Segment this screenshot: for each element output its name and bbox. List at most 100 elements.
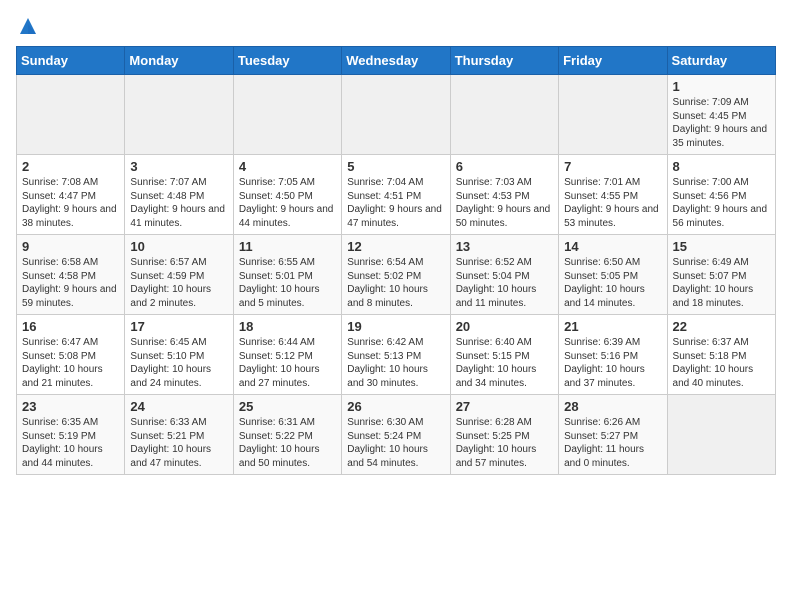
day-cell: 28 Sunrise: 6:26 AM Sunset: 5:27 PM Dayli…: [559, 395, 667, 475]
header: [16, 16, 776, 34]
day-number: 6: [456, 159, 553, 174]
day-number: 13: [456, 239, 553, 254]
day-info: Sunrise: 6:54 AM Sunset: 5:02 PM Dayligh…: [347, 257, 428, 309]
day-info: Sunrise: 6:57 AM Sunset: 4:59 PM Dayligh…: [130, 257, 211, 309]
header-row: SundayMondayTuesdayWednesdayThursdayFrid…: [17, 47, 776, 75]
day-cell: 5 Sunrise: 7:04 AM Sunset: 4:51 PM Daylig…: [342, 155, 450, 235]
day-number: 3: [130, 159, 227, 174]
day-cell: 16Sunrise: 6:47 AM Sunset: 5:08 PM Dayli…: [17, 315, 125, 395]
day-cell: 26 Sunrise: 6:30 AM Sunset: 5:24 PM Dayli…: [342, 395, 450, 475]
day-info: Sunrise: 6:35 AM Sunset: 5:19 PM Dayligh…: [22, 417, 103, 469]
day-cell: 23 Sunrise: 6:35 AM Sunset: 5:19 PM Dayli…: [17, 395, 125, 475]
day-cell: 9Sunrise: 6:58 AM Sunset: 4:58 PM Daylig…: [17, 235, 125, 315]
day-info: Sunrise: 7:03 AM Sunset: 4:53 PM Dayligh…: [456, 177, 551, 229]
header-cell-sunday: Sunday: [17, 47, 125, 75]
day-info: Sunrise: 7:04 AM Sunset: 4:51 PM Dayligh…: [347, 177, 442, 229]
day-cell: 15 Sunrise: 6:49 AM Sunset: 5:07 PM Dayli…: [667, 235, 775, 315]
week-row-5: 23 Sunrise: 6:35 AM Sunset: 5:19 PM Dayli…: [17, 395, 776, 475]
day-number: 7: [564, 159, 661, 174]
day-number: 12: [347, 239, 444, 254]
day-cell: 21 Sunrise: 6:39 AM Sunset: 5:16 PM Dayli…: [559, 315, 667, 395]
day-cell: [342, 75, 450, 155]
day-cell: 27 Sunrise: 6:28 AM Sunset: 5:25 PM Dayli…: [450, 395, 558, 475]
calendar-table: SundayMondayTuesdayWednesdayThursdayFrid…: [16, 46, 776, 475]
day-cell: [233, 75, 341, 155]
day-info: Sunrise: 6:49 AM Sunset: 5:07 PM Dayligh…: [673, 257, 754, 309]
header-cell-friday: Friday: [559, 47, 667, 75]
day-number: 5: [347, 159, 444, 174]
day-number: 10: [130, 239, 227, 254]
day-info: Sunrise: 6:52 AM Sunset: 5:04 PM Dayligh…: [456, 257, 537, 309]
day-info: Sunrise: 6:55 AM Sunset: 5:01 PM Dayligh…: [239, 257, 320, 309]
day-number: 18: [239, 319, 336, 334]
day-number: 28: [564, 399, 661, 414]
day-cell: 6 Sunrise: 7:03 AM Sunset: 4:53 PM Daylig…: [450, 155, 558, 235]
day-cell: 14 Sunrise: 6:50 AM Sunset: 5:05 PM Dayli…: [559, 235, 667, 315]
day-info: Sunrise: 6:33 AM Sunset: 5:21 PM Dayligh…: [130, 417, 211, 469]
day-cell: 24 Sunrise: 6:33 AM Sunset: 5:21 PM Dayli…: [125, 395, 233, 475]
day-info: Sunrise: 7:07 AM Sunset: 4:48 PM Dayligh…: [130, 177, 225, 229]
day-cell: 3 Sunrise: 7:07 AM Sunset: 4:48 PM Daylig…: [125, 155, 233, 235]
day-cell: 20 Sunrise: 6:40 AM Sunset: 5:15 PM Dayli…: [450, 315, 558, 395]
day-info: Sunrise: 6:26 AM Sunset: 5:27 PM Dayligh…: [564, 417, 644, 469]
day-number: 11: [239, 239, 336, 254]
header-cell-wednesday: Wednesday: [342, 47, 450, 75]
day-number: 16: [22, 319, 119, 334]
day-cell: 10 Sunrise: 6:57 AM Sunset: 4:59 PM Dayli…: [125, 235, 233, 315]
day-number: 4: [239, 159, 336, 174]
day-info: Sunrise: 7:09 AM Sunset: 4:45 PM Dayligh…: [673, 97, 768, 149]
day-info: Sunrise: 6:50 AM Sunset: 5:05 PM Dayligh…: [564, 257, 645, 309]
day-info: Sunrise: 6:44 AM Sunset: 5:12 PM Dayligh…: [239, 337, 320, 389]
day-number: 1: [673, 79, 770, 94]
header-cell-tuesday: Tuesday: [233, 47, 341, 75]
day-number: 25: [239, 399, 336, 414]
day-number: 26: [347, 399, 444, 414]
day-info: Sunrise: 7:08 AM Sunset: 4:47 PM Dayligh…: [22, 177, 117, 229]
day-info: Sunrise: 7:01 AM Sunset: 4:55 PM Dayligh…: [564, 177, 659, 229]
calendar-header: SundayMondayTuesdayWednesdayThursdayFrid…: [17, 47, 776, 75]
day-cell: 2 Sunrise: 7:08 AM Sunset: 4:47 PM Daylig…: [17, 155, 125, 235]
day-info: Sunrise: 6:45 AM Sunset: 5:10 PM Dayligh…: [130, 337, 211, 389]
day-cell: [450, 75, 558, 155]
logo-icon: [18, 16, 38, 38]
day-cell: 1 Sunrise: 7:09 AM Sunset: 4:45 PM Daylig…: [667, 75, 775, 155]
day-cell: [17, 75, 125, 155]
day-cell: 22Sunrise: 6:37 AM Sunset: 5:18 PM Dayli…: [667, 315, 775, 395]
calendar-body: 1 Sunrise: 7:09 AM Sunset: 4:45 PM Daylig…: [17, 75, 776, 475]
day-cell: 7 Sunrise: 7:01 AM Sunset: 4:55 PM Daylig…: [559, 155, 667, 235]
day-number: 21: [564, 319, 661, 334]
day-info: Sunrise: 6:30 AM Sunset: 5:24 PM Dayligh…: [347, 417, 428, 469]
week-row-2: 2 Sunrise: 7:08 AM Sunset: 4:47 PM Daylig…: [17, 155, 776, 235]
day-cell: 11 Sunrise: 6:55 AM Sunset: 5:01 PM Dayli…: [233, 235, 341, 315]
day-info: Sunrise: 6:42 AM Sunset: 5:13 PM Dayligh…: [347, 337, 428, 389]
day-cell: [667, 395, 775, 475]
day-number: 2: [22, 159, 119, 174]
day-number: 17: [130, 319, 227, 334]
day-cell: 25Sunrise: 6:31 AM Sunset: 5:22 PM Dayli…: [233, 395, 341, 475]
header-cell-thursday: Thursday: [450, 47, 558, 75]
day-cell: [125, 75, 233, 155]
day-info: Sunrise: 6:58 AM Sunset: 4:58 PM Dayligh…: [22, 257, 117, 309]
day-cell: 13 Sunrise: 6:52 AM Sunset: 5:04 PM Dayli…: [450, 235, 558, 315]
day-cell: 19 Sunrise: 6:42 AM Sunset: 5:13 PM Dayli…: [342, 315, 450, 395]
week-row-4: 16Sunrise: 6:47 AM Sunset: 5:08 PM Dayli…: [17, 315, 776, 395]
day-cell: 8Sunrise: 7:00 AM Sunset: 4:56 PM Daylig…: [667, 155, 775, 235]
day-number: 14: [564, 239, 661, 254]
day-number: 15: [673, 239, 770, 254]
day-number: 24: [130, 399, 227, 414]
day-info: Sunrise: 6:28 AM Sunset: 5:25 PM Dayligh…: [456, 417, 537, 469]
week-row-1: 1 Sunrise: 7:09 AM Sunset: 4:45 PM Daylig…: [17, 75, 776, 155]
day-cell: 4Sunrise: 7:05 AM Sunset: 4:50 PM Daylig…: [233, 155, 341, 235]
day-info: Sunrise: 6:37 AM Sunset: 5:18 PM Dayligh…: [673, 337, 754, 389]
day-cell: [559, 75, 667, 155]
day-number: 27: [456, 399, 553, 414]
logo: [16, 16, 38, 34]
header-cell-saturday: Saturday: [667, 47, 775, 75]
day-info: Sunrise: 6:40 AM Sunset: 5:15 PM Dayligh…: [456, 337, 537, 389]
day-number: 19: [347, 319, 444, 334]
day-cell: 18 Sunrise: 6:44 AM Sunset: 5:12 PM Dayli…: [233, 315, 341, 395]
day-info: Sunrise: 6:39 AM Sunset: 5:16 PM Dayligh…: [564, 337, 645, 389]
day-number: 23: [22, 399, 119, 414]
day-cell: 17 Sunrise: 6:45 AM Sunset: 5:10 PM Dayli…: [125, 315, 233, 395]
day-number: 20: [456, 319, 553, 334]
